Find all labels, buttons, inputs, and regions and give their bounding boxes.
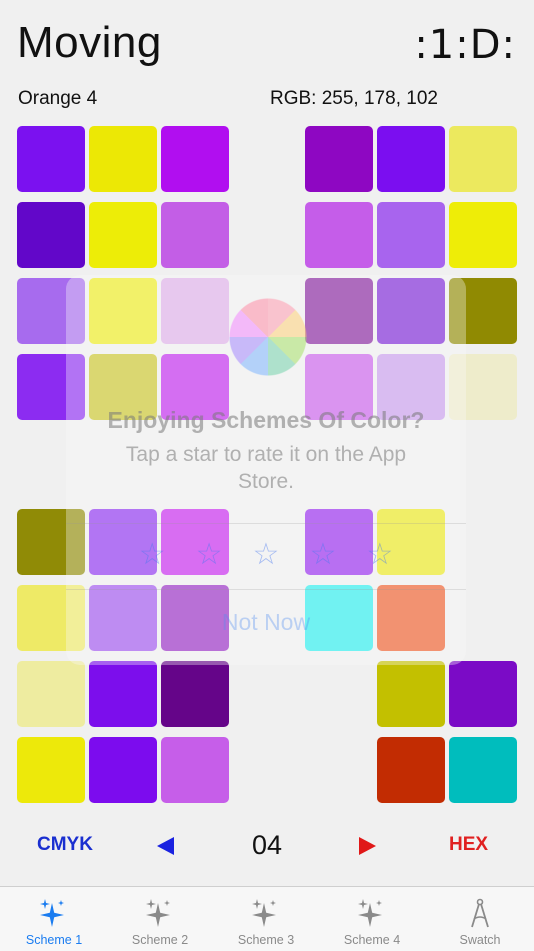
color-swatch[interactable] <box>89 126 157 192</box>
dialog-separator <box>66 589 466 590</box>
page-title: Moving <box>17 18 162 67</box>
star-icon-3[interactable]: ☆ <box>253 537 280 572</box>
color-swatch[interactable] <box>449 126 517 192</box>
rating-dialog: Enjoying Schemes Of Color? Tap a star to… <box>66 275 466 665</box>
color-swatch[interactable] <box>17 202 85 268</box>
star-icon-1[interactable]: ☆ <box>139 537 166 572</box>
color-swatch[interactable] <box>377 737 445 803</box>
color-swatch[interactable] <box>89 737 157 803</box>
color-swatch[interactable] <box>17 126 85 192</box>
dialog-message: Tap a star to rate it on the App Store. <box>125 443 407 493</box>
color-swatch[interactable] <box>161 661 229 727</box>
color-swatch[interactable] <box>161 126 229 192</box>
color-swatch[interactable] <box>449 737 517 803</box>
color-swatch[interactable] <box>305 202 373 268</box>
tab-scheme-3[interactable]: Scheme 3 <box>213 887 319 951</box>
sparkle-icon <box>146 899 170 927</box>
tab-label: Scheme 3 <box>237 933 295 947</box>
dialog-separator <box>66 523 466 524</box>
tab-scheme-4[interactable]: Scheme 4 <box>319 887 425 951</box>
color-swatch[interactable] <box>17 661 85 727</box>
compass-icon <box>471 898 489 928</box>
color-swatch[interactable] <box>377 661 445 727</box>
tab-label: Scheme 2 <box>131 933 189 947</box>
cmyk-button[interactable]: CMYK <box>37 834 93 856</box>
previous-arrow-icon[interactable] <box>157 837 174 855</box>
tab-label: Swatch <box>459 933 501 947</box>
color-name-label: Orange 4 <box>18 88 98 109</box>
star-rating: ☆ ☆ ☆ ☆ ☆ <box>66 537 466 572</box>
mode-badge[interactable]: :1:D: <box>414 22 516 68</box>
star-icon-5[interactable]: ☆ <box>366 537 393 572</box>
sparkle-icon <box>252 899 276 927</box>
dialog-title: Enjoying Schemes Of Color? <box>107 407 425 433</box>
tab-scheme-1[interactable]: Scheme 1 <box>1 887 107 951</box>
sparkle-icon <box>358 899 382 927</box>
color-swatch[interactable] <box>17 737 85 803</box>
color-swatch[interactable] <box>89 661 157 727</box>
rgb-value-label: RGB: 255, 178, 102 <box>270 88 438 109</box>
tab-swatch[interactable]: Swatch <box>427 887 533 951</box>
color-swatch[interactable] <box>161 202 229 268</box>
color-swatch[interactable] <box>89 202 157 268</box>
color-swatch[interactable] <box>377 202 445 268</box>
star-icon-2[interactable]: ☆ <box>196 537 223 572</box>
color-swatch[interactable] <box>377 126 445 192</box>
tab-scheme-2[interactable]: Scheme 2 <box>107 887 213 951</box>
star-icon-4[interactable]: ☆ <box>309 537 336 572</box>
page-number: 04 <box>251 830 283 860</box>
tab-label: Scheme 1 <box>25 933 83 947</box>
color-swatch[interactable] <box>305 126 373 192</box>
sparkle-icon <box>40 899 64 927</box>
color-swatch[interactable] <box>449 661 517 727</box>
tab-label: Scheme 4 <box>343 933 401 947</box>
tab-bar: Scheme 1 Scheme 2 Scheme 3 Scheme 4 Swat… <box>0 886 534 951</box>
hex-button[interactable]: HEX <box>449 834 488 856</box>
next-arrow-icon[interactable] <box>359 837 376 855</box>
app-icon <box>226 295 310 379</box>
not-now-button[interactable]: Not Now <box>66 609 466 636</box>
color-swatch[interactable] <box>161 737 229 803</box>
color-swatch[interactable] <box>449 202 517 268</box>
